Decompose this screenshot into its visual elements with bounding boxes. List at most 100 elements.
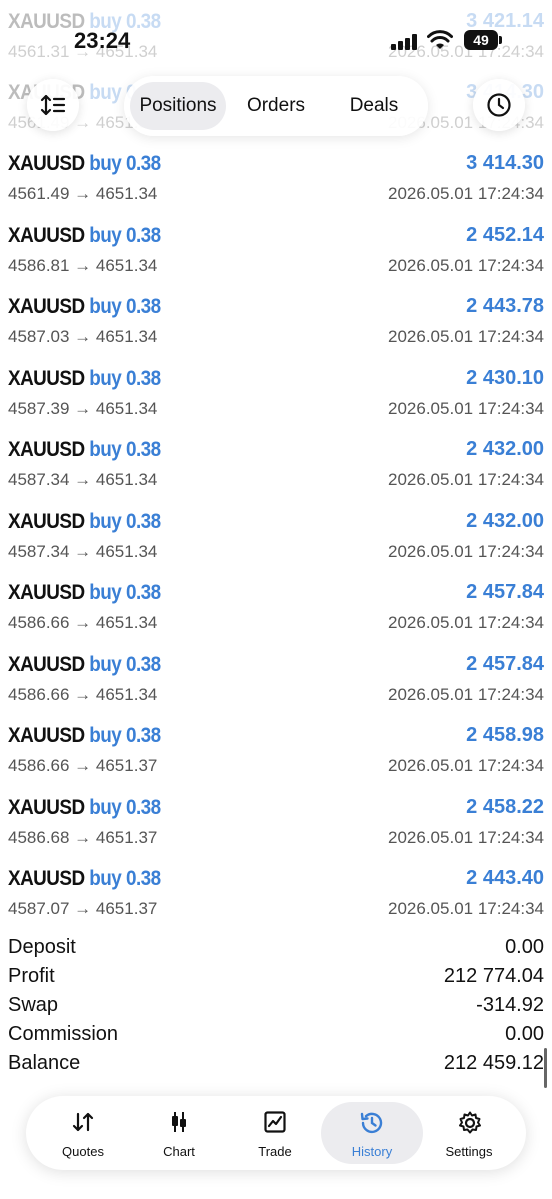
deal-prices: 4586.81 → 4651.34 [8, 255, 158, 275]
list-item[interactable]: XAUUSD buy 0.38 4586.81 → 4651.34 2 452.14… [0, 220, 552, 291]
deal-time: 2026.05.01 17:24:34 [388, 684, 544, 704]
tab-label: Chart [163, 1144, 195, 1159]
deal-side: buy 0.38 [89, 581, 161, 604]
deal-symbol: XAUUSD [8, 867, 85, 890]
list-item[interactable]: XAUUSD buy 0.38 4561.49 → 4651.34 3 414.30… [0, 148, 552, 219]
deal-side: buy 0.38 [89, 295, 161, 318]
deal-time: 2026.05.01 17:24:34 [388, 827, 544, 847]
deal-time: 2026.05.01 17:24:34 [388, 327, 544, 346]
deal-side: buy 0.38 [89, 795, 161, 819]
trade-chart-icon [264, 1111, 286, 1133]
deal-profit: 2 452.14 [466, 223, 544, 246]
segment-control: Positions Orders Deals [124, 76, 428, 136]
deal-symbol: XAUUSD [8, 438, 85, 461]
wifi-icon [427, 30, 453, 50]
deal-profit: 2 458.22 [466, 795, 544, 818]
history-clock-icon [360, 1112, 383, 1134]
sort-button[interactable] [27, 79, 79, 131]
deal-profit: 2 443.40 [466, 867, 544, 889]
summary-label: Balance [8, 1052, 81, 1074]
deal-prices: 4587.07 → 4651.37 [8, 899, 158, 918]
scrollbar[interactable] [544, 1048, 547, 1088]
battery-icon: 49 [464, 30, 502, 50]
list-item[interactable]: XAUUSD buy 0.38 4586.66 → 4651.34 2 457.84… [0, 649, 552, 720]
summary-row: Balance 212 459.12 [0, 1048, 552, 1077]
deal-side: buy 0.38 [89, 152, 161, 175]
cellular-signal-icon [391, 34, 419, 50]
deal-prices: 4561.49 → 4651.34 [8, 184, 158, 203]
tab-label: Quotes [62, 1144, 104, 1159]
tab-chart[interactable]: Chart [129, 1102, 229, 1164]
list-item[interactable]: XAUUSD buy 0.38 4586.68 → 4651.37 2 458.22… [0, 792, 552, 863]
summary-panel: Deposit 0.00 Profit 212 774.04 Swap -314.92… [0, 932, 552, 1077]
deal-symbol: XAUUSD [8, 652, 85, 676]
tab-history[interactable]: History [321, 1102, 423, 1164]
summary-row: Deposit 0.00 [0, 932, 552, 961]
tab-label: History [351, 1144, 393, 1159]
list-item[interactable]: XAUUSD buy 0.38 4587.03 → 4651.34 2 443.78… [0, 291, 552, 362]
segment-deals[interactable]: Deals [326, 82, 422, 130]
segment-positions[interactable]: Positions [130, 82, 226, 130]
summary-value: 0.00 [505, 936, 544, 958]
tab-trade[interactable]: Trade [225, 1102, 325, 1164]
list-item[interactable]: XAUUSD buy 0.38 4587.34 → 4651.34 2 432.00… [0, 434, 552, 505]
list-item[interactable]: XAUUSD buy 0.38 4587.39 → 4651.34 2 430.10… [0, 363, 552, 434]
deal-prices: 4586.66 → 4651.34 [8, 684, 158, 704]
status-bar: 23:24 49 [0, 0, 552, 70]
deal-side: buy 0.38 [89, 867, 161, 890]
summary-value: 212 774.04 [443, 965, 544, 987]
deal-prices: 4587.34 → 4651.34 [8, 470, 158, 489]
deal-symbol: XAUUSD [8, 223, 85, 247]
list-item[interactable]: XAUUSD buy 0.38 4587.07 → 4651.37 2 443.40… [0, 863, 552, 934]
tab-bar: Quotes Chart Trade History Settings [26, 1096, 526, 1170]
status-time: 23:24 [74, 28, 131, 53]
deal-profit: 2 457.84 [466, 581, 544, 603]
summary-row: Commission 0.00 [0, 1019, 552, 1048]
list-item[interactable]: XAUUSD buy 0.38 4587.34 → 4651.34 2 432.00… [0, 506, 552, 577]
summary-value: 212 459.12 [443, 1052, 544, 1074]
deal-symbol: XAUUSD [8, 366, 85, 390]
tab-label: Trade [258, 1144, 292, 1159]
deal-time: 2026.05.01 17:24:34 [388, 541, 544, 561]
summary-value: 0.00 [505, 1023, 544, 1045]
candlestick-icon [172, 1112, 186, 1132]
deal-profit: 2 458.98 [466, 724, 544, 746]
gear-icon [459, 1111, 481, 1134]
deal-profit: 2 443.78 [466, 295, 544, 317]
quotes-arrows-icon [72, 1112, 94, 1132]
deal-profit: 2 432.00 [466, 509, 544, 532]
tab-settings[interactable]: Settings [419, 1102, 519, 1164]
segment-orders[interactable]: Orders [228, 82, 324, 130]
summary-label: Profit [8, 965, 55, 987]
summary-label: Deposit [8, 936, 76, 958]
deal-prices: 4587.03 → 4651.34 [8, 327, 158, 346]
tab-label: Settings [445, 1144, 493, 1159]
deal-side: buy 0.38 [89, 724, 161, 747]
clock-icon [487, 93, 511, 117]
deal-prices: 4587.34 → 4651.34 [8, 541, 158, 561]
list-item[interactable]: XAUUSD buy 0.38 4586.66 → 4651.37 2 458.98… [0, 720, 552, 791]
deal-symbol: XAUUSD [8, 724, 85, 747]
deal-time: 2026.05.01 17:24:34 [388, 184, 544, 203]
deal-profit: 2 457.84 [466, 652, 544, 675]
deal-time: 2026.05.01 17:24:34 [388, 470, 544, 489]
deal-prices: 4586.66 → 4651.34 [8, 613, 158, 632]
deal-symbol: XAUUSD [8, 581, 85, 604]
deal-symbol: XAUUSD [8, 795, 85, 819]
summary-row: Profit 212 774.04 [0, 961, 552, 990]
summary-row: Swap -314.92 [0, 990, 552, 1019]
deal-profit: 2 432.00 [466, 438, 544, 460]
list-item[interactable]: XAUUSD buy 0.38 4586.66 → 4651.34 2 457.84… [0, 577, 552, 648]
deal-side: buy 0.38 [89, 652, 161, 676]
deal-symbol: XAUUSD [8, 152, 85, 175]
deal-time: 2026.05.01 17:24:34 [388, 899, 544, 918]
deal-side: buy 0.38 [89, 509, 161, 533]
deal-prices: 4587.39 → 4651.34 [8, 398, 158, 418]
tab-quotes[interactable]: Quotes [33, 1102, 133, 1164]
history-period-button[interactable] [473, 79, 525, 131]
deal-profit: 3 414.30 [466, 152, 544, 174]
deal-symbol: XAUUSD [8, 509, 85, 533]
deal-side: buy 0.38 [89, 223, 161, 247]
deal-time: 2026.05.01 17:24:34 [388, 613, 544, 632]
deal-time: 2026.05.01 17:24:34 [388, 756, 544, 775]
